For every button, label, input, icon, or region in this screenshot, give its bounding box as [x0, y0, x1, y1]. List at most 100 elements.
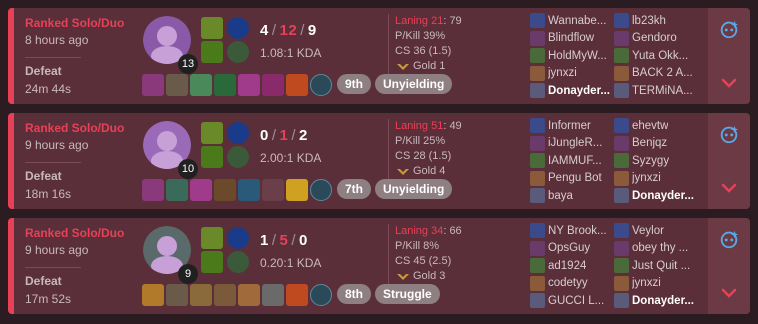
item-icon[interactable] — [238, 284, 260, 306]
player-name[interactable]: jynxzi — [632, 277, 661, 289]
player-row[interactable]: IAMMUF... — [530, 152, 622, 170]
rune-icon[interactable] — [227, 17, 249, 39]
player-row[interactable]: iJungleR... — [530, 135, 622, 153]
summoner-spell-icon[interactable] — [201, 122, 223, 144]
player-name[interactable]: obey thy ... — [632, 242, 688, 254]
player-row[interactable]: Donayder... — [530, 82, 622, 100]
player-row[interactable]: NY Brook... — [530, 222, 622, 240]
summoner-spell-icon[interactable] — [201, 227, 223, 249]
rune-icon[interactable] — [227, 122, 249, 144]
player-row[interactable]: obey thy ... — [614, 240, 706, 258]
player-row[interactable]: HoldMyW... — [530, 47, 622, 65]
player-name[interactable]: baya — [548, 190, 573, 202]
item-icon[interactable] — [214, 179, 236, 201]
player-row[interactable]: Just Quit ... — [614, 257, 706, 275]
player-row[interactable]: Veylor — [614, 222, 706, 240]
player-row[interactable]: Informer — [530, 117, 622, 135]
player-name[interactable]: ehevtw — [632, 120, 668, 132]
player-row[interactable]: ad1924 — [530, 257, 622, 275]
player-row[interactable]: Yuta Okk... — [614, 47, 706, 65]
player-name[interactable]: codetyy — [548, 277, 588, 289]
player-row[interactable]: Pengu Bot — [530, 170, 622, 188]
player-row[interactable]: TERMiNA... — [614, 82, 706, 100]
item-icon[interactable] — [286, 284, 308, 306]
item-icon[interactable] — [286, 74, 308, 96]
ai-assistant-icon[interactable] — [718, 123, 740, 145]
player-name[interactable]: jynxzi — [632, 172, 661, 184]
player-name[interactable]: Informer — [548, 120, 591, 132]
item-icon[interactable] — [190, 179, 212, 201]
item-icon[interactable] — [214, 284, 236, 306]
chevron-down-icon[interactable] — [717, 175, 741, 199]
player-row[interactable]: Donayder... — [614, 187, 706, 205]
player-name[interactable]: Donayder... — [632, 295, 694, 307]
player-name[interactable]: ad1924 — [548, 260, 586, 272]
player-name[interactable]: OpsGuy — [548, 242, 590, 254]
player-name[interactable]: Donayder... — [632, 190, 694, 202]
player-name[interactable]: Gendoro — [632, 32, 677, 44]
rune-icon[interactable] — [227, 227, 249, 249]
player-name[interactable]: lb23kh — [632, 15, 666, 27]
match-card[interactable]: Ranked Solo/Duo 9 hours ago Defeat 17m 52… — [8, 218, 750, 314]
item-icon[interactable] — [166, 74, 188, 96]
player-row[interactable]: ehevtw — [614, 117, 706, 135]
player-row[interactable]: Syzygy — [614, 152, 706, 170]
player-name[interactable]: Blindflow — [548, 32, 594, 44]
rune-icon[interactable] — [227, 251, 249, 273]
player-row[interactable]: Gendoro — [614, 30, 706, 48]
player-row[interactable]: OpsGuy — [530, 240, 622, 258]
player-name[interactable]: Pengu Bot — [548, 172, 602, 184]
item-icon[interactable] — [166, 179, 188, 201]
player-name[interactable]: NY Brook... — [548, 225, 607, 237]
player-row[interactable]: lb23kh — [614, 12, 706, 30]
player-row[interactable]: jynxzi — [614, 275, 706, 293]
summoner-spell-icon[interactable] — [201, 17, 223, 39]
chevron-down-icon[interactable] — [717, 280, 741, 304]
summoner-spell-icon[interactable] — [201, 146, 223, 168]
summoner-spell-icon[interactable] — [201, 41, 223, 63]
player-name[interactable]: BACK 2 A... — [632, 67, 693, 79]
item-icon[interactable] — [286, 179, 308, 201]
item-icon[interactable] — [262, 284, 284, 306]
player-name[interactable]: iJungleR... — [548, 137, 602, 149]
player-row[interactable]: GUCCI L... — [530, 292, 622, 310]
item-icon[interactable] — [142, 179, 164, 201]
item-icon[interactable] — [214, 74, 236, 96]
player-name[interactable]: Donayder... — [548, 85, 610, 97]
player-row[interactable]: BACK 2 A... — [614, 65, 706, 83]
player-row[interactable]: Blindflow — [530, 30, 622, 48]
player-row[interactable]: codetyy — [530, 275, 622, 293]
rune-icon[interactable] — [227, 41, 249, 63]
match-card[interactable]: Ranked Solo/Duo 8 hours ago Defeat 24m 44… — [8, 8, 750, 104]
player-row[interactable]: jynxzi — [614, 170, 706, 188]
player-name[interactable]: GUCCI L... — [548, 295, 604, 307]
player-name[interactable]: Syzygy — [632, 155, 669, 167]
item-icon[interactable] — [142, 284, 164, 306]
player-name[interactable]: Yuta Okk... — [632, 50, 688, 62]
item-icon[interactable] — [238, 179, 260, 201]
player-row[interactable]: Donayder... — [614, 292, 706, 310]
item-icon[interactable] — [166, 284, 188, 306]
ai-assistant-icon[interactable] — [718, 228, 740, 250]
player-name[interactable]: Just Quit ... — [632, 260, 690, 272]
player-row[interactable]: Benjqz — [614, 135, 706, 153]
rune-icon[interactable] — [227, 146, 249, 168]
item-icon[interactable] — [238, 74, 260, 96]
ward-icon[interactable] — [310, 179, 332, 201]
player-name[interactable]: Benjqz — [632, 137, 667, 149]
summoner-spell-icon[interactable] — [201, 251, 223, 273]
item-icon[interactable] — [190, 74, 212, 96]
player-name[interactable]: HoldMyW... — [548, 50, 607, 62]
player-name[interactable]: Veylor — [632, 225, 664, 237]
chevron-down-icon[interactable] — [717, 70, 741, 94]
player-name[interactable]: jynxzi — [548, 67, 577, 79]
item-icon[interactable] — [142, 74, 164, 96]
player-row[interactable]: Wannabe... — [530, 12, 622, 30]
player-name[interactable]: TERMiNA... — [632, 85, 693, 97]
item-icon[interactable] — [262, 74, 284, 96]
player-name[interactable]: Wannabe... — [548, 15, 606, 27]
item-icon[interactable] — [190, 284, 212, 306]
player-name[interactable]: IAMMUF... — [548, 155, 602, 167]
player-row[interactable]: baya — [530, 187, 622, 205]
ward-icon[interactable] — [310, 74, 332, 96]
